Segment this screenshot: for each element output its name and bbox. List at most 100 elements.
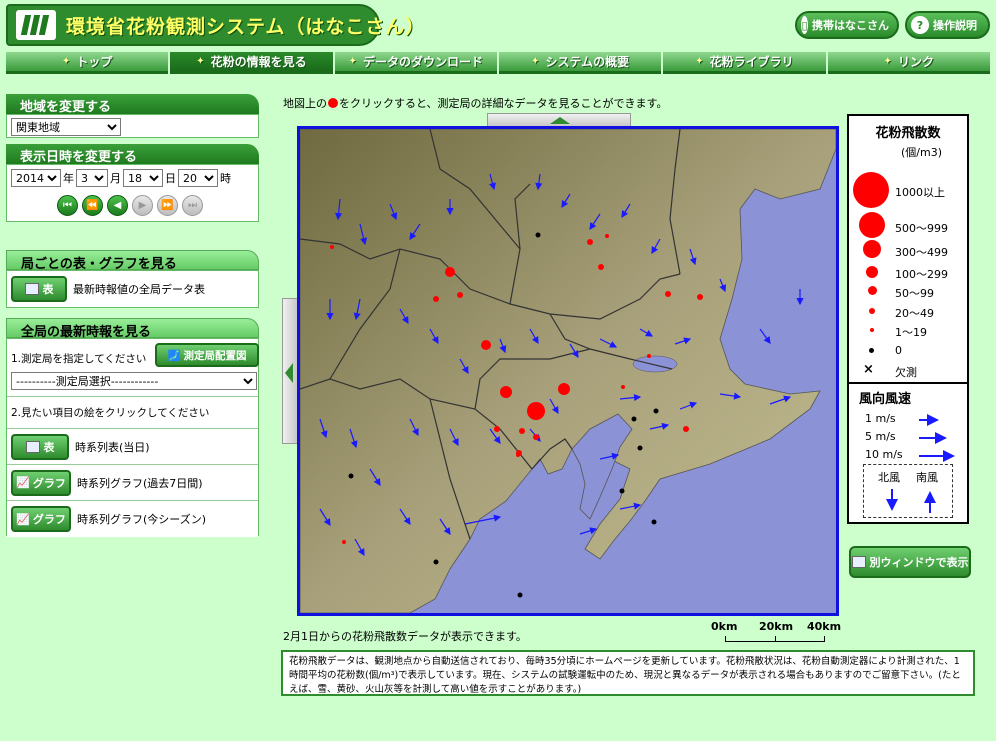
pollen-legend-title: 花粉飛散数	[875, 126, 941, 141]
pan-west-button[interactable]	[282, 298, 298, 444]
table-icon	[24, 283, 39, 295]
star-icon: ✦	[348, 56, 357, 67]
legend-label-100: 100〜299	[895, 268, 948, 281]
week-graph-button[interactable]: 📈 グラフ	[11, 469, 71, 496]
land-mass	[300, 129, 836, 613]
timeseries-table-button[interactable]: 表	[11, 433, 69, 460]
island	[519, 574, 531, 582]
red-dot-icon	[328, 98, 338, 108]
map-instruction: 地図上の をクリックすると、測定局の詳細なデータを見ることができます。	[283, 97, 668, 110]
mobile-hanako-button[interactable]: ▯ 携帯はなこさん	[795, 11, 899, 39]
legend-label-1: 1〜19	[895, 326, 927, 339]
latest-panel: 全局の最新時報を見る 1.測定局を指定してください 🗾 測定局配置図 ------…	[6, 318, 259, 537]
star-icon: ✦	[531, 56, 540, 67]
season-graph-button[interactable]: 📈 グラフ	[11, 506, 71, 532]
legend-dot-0	[869, 348, 874, 353]
next-icon[interactable]: ▶	[132, 195, 153, 216]
all-station-table-button[interactable]: 表	[11, 276, 67, 302]
region-panel: 地域を変更する 関東地域	[6, 94, 259, 138]
month-select[interactable]: 3	[76, 169, 108, 187]
region-select[interactable]: 関東地域	[11, 118, 121, 136]
all-station-table-desc: 最新時報値の全局データ表	[73, 283, 205, 296]
wind-label-5: 5 m/s	[865, 430, 896, 443]
first-icon[interactable]: ⏮	[57, 195, 78, 216]
legend-dot-500	[859, 212, 885, 238]
help-button[interactable]: ? 操作説明	[905, 11, 990, 39]
star-icon: ✦	[61, 56, 71, 67]
previous-icon[interactable]: ◀	[107, 195, 128, 216]
legend-dot-50	[868, 286, 877, 295]
hour-select[interactable]: 20	[178, 169, 218, 187]
pollen-legend-unit: (個/m3)	[901, 146, 943, 159]
station-panel: 局ごとの表・グラフを見る 表 最新時報値の全局データ表	[6, 250, 259, 308]
south-wind-label: 南風	[916, 471, 938, 484]
legend-dot-20	[869, 308, 875, 314]
pan-north-button[interactable]	[487, 113, 631, 127]
map-icon: 🗾	[167, 349, 181, 362]
legend-label-300: 300〜499	[895, 246, 948, 259]
legend-dot-100	[866, 266, 878, 278]
map-canvas	[300, 129, 836, 613]
tab-data-download[interactable]: ✦ データのダウンロード	[334, 52, 497, 74]
pollen-map[interactable]	[297, 126, 839, 616]
week-graph-desc: 時系列グラフ(過去7日間)	[77, 476, 203, 490]
star-icon: ✦	[196, 56, 205, 67]
wind-label-10: 10 m/s	[865, 448, 903, 461]
legend-dot-1	[870, 328, 874, 332]
footer-note: 花粉飛散データは、観測地点から自動送信されており、毎時35分頃にホームページを更…	[281, 650, 975, 696]
datetime-panel-title: 表示日時を変更する	[6, 144, 259, 165]
wind-direction-arrows	[886, 489, 936, 513]
datetime-panel: 表示日時を変更する 2014 年 3 月 18 日 20 時 ⏮ ⏪ ◀ ▶ ⏩…	[6, 144, 259, 222]
legend-label-missing: 欠測	[895, 366, 917, 379]
station-select[interactable]: ----------測定局選択------------	[11, 372, 257, 390]
star-icon: ✦	[883, 56, 892, 67]
legend-label-50: 50〜99	[895, 287, 934, 300]
tab-links[interactable]: ✦ リンク	[827, 52, 990, 74]
wind-legend-title: 風向風速	[859, 392, 912, 407]
station-panel-title: 局ごとの表・グラフを見る	[6, 250, 259, 272]
missing-mark-icon: ×	[863, 362, 874, 377]
table-icon	[25, 440, 40, 453]
step2-text: 2.見たい項目の絵をクリックしてください	[7, 397, 258, 429]
lake-kasumigaura	[632, 355, 678, 373]
tab-pollen-library[interactable]: ✦ 花粉ライブラリ	[663, 52, 826, 74]
legend-label-0: 0	[895, 344, 902, 357]
site-logo-banner[interactable]: 環境省花粉観測システム（はなこさん）	[6, 4, 424, 46]
legend-dot-300	[863, 240, 881, 258]
map-legend: 花粉飛散数 (個/m3) 1000以上 500〜999 300〜499 100〜…	[847, 114, 969, 524]
rewind-icon[interactable]: ⏪	[82, 195, 103, 216]
graph-icon: 📈	[16, 512, 30, 526]
season-graph-desc: 時系列グラフ(今シーズン)	[77, 513, 207, 526]
new-window-button[interactable]: 別ウィンドウで表示	[849, 546, 971, 578]
logo-mark-icon	[16, 10, 56, 40]
arrow-left-icon	[285, 363, 293, 383]
station-map-button[interactable]: 🗾 測定局配置図	[155, 343, 259, 367]
region-panel-title: 地域を変更する	[6, 94, 259, 115]
mobile-phone-icon: ▯	[801, 16, 808, 34]
legend-label-1000: 1000以上	[895, 186, 945, 199]
scale-bar: 0km 20km 40km	[711, 620, 841, 644]
tab-pollen-info[interactable]: ✦ 花粉の情報を見る	[170, 52, 333, 74]
day-select[interactable]: 18	[123, 169, 163, 187]
north-wind-label: 北風	[878, 471, 900, 484]
last-icon[interactable]: ⏭	[182, 195, 203, 216]
fast-forward-icon[interactable]: ⏩	[157, 195, 178, 216]
main-nav: ✦ トップ ✦ 花粉の情報を見る ✦ データのダウンロード ✦ システムの概要 ✦ 花粉ラ…	[6, 52, 990, 74]
wind-label-1: 1 m/s	[865, 412, 896, 425]
star-icon: ✦	[695, 56, 704, 67]
wind-direction-example: 北風 南風	[863, 464, 953, 518]
question-icon: ?	[911, 16, 929, 34]
date-note: 2月1日からの花粉飛散数データが表示できます。	[283, 630, 527, 643]
app-title: 環境省花粉観測システム（はなこさん）	[66, 16, 426, 38]
latest-panel-title: 全局の最新時報を見る	[6, 318, 259, 340]
graph-icon: 📈	[16, 476, 30, 489]
legend-dot-1000	[853, 172, 889, 208]
tab-top[interactable]: ✦ トップ	[6, 52, 169, 74]
legend-label-500: 500〜999	[895, 222, 948, 235]
legend-label-20: 20〜49	[895, 307, 934, 320]
arrow-up-icon	[550, 117, 570, 124]
timeseries-table-desc: 時系列表(当日)	[75, 440, 150, 454]
year-select[interactable]: 2014	[11, 169, 61, 187]
window-icon	[851, 556, 866, 568]
tab-system-overview[interactable]: ✦ システムの概要	[498, 52, 662, 74]
